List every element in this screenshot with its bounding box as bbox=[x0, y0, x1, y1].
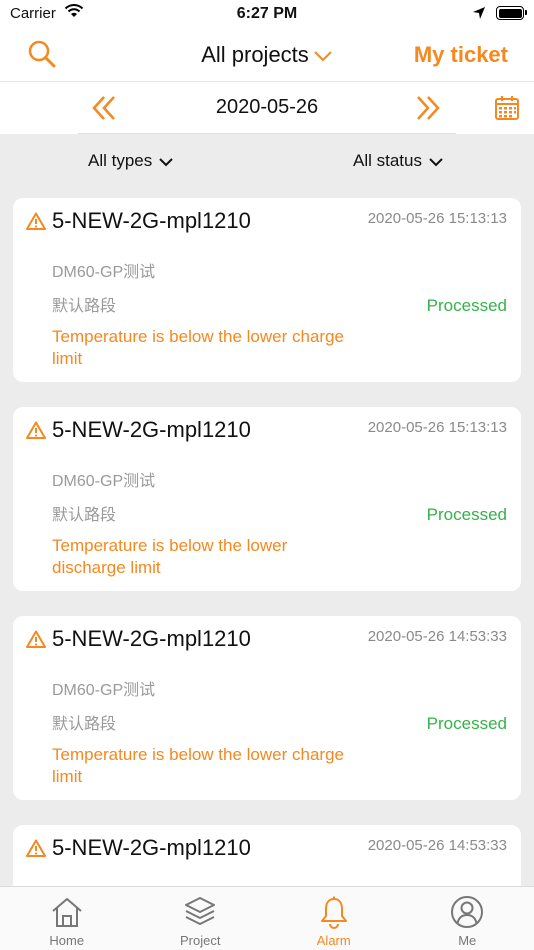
alarm-card[interactable]: 5-NEW-2G-mpl1210 2020-05-26 15:13:13 DM6… bbox=[13, 198, 521, 382]
bell-icon bbox=[320, 896, 347, 929]
device-name: 5-NEW-2G-mpl1210 bbox=[52, 208, 251, 233]
type-filter-label: All types bbox=[88, 151, 153, 170]
chevron-down-icon bbox=[159, 157, 173, 166]
filter-bar: All types All status bbox=[0, 134, 534, 186]
type-filter-dropdown[interactable]: All types bbox=[88, 151, 174, 171]
warning-icon bbox=[26, 212, 46, 230]
my-ticket-button[interactable]: My ticket bbox=[414, 42, 508, 68]
route-name: 默认路段 bbox=[52, 716, 117, 733]
alarm-list[interactable]: 5-NEW-2G-mpl1210 2020-05-26 15:13:13 DM6… bbox=[0, 186, 534, 886]
status-badge: Processed bbox=[426, 714, 507, 733]
device-model: DM60-GP测试 bbox=[52, 473, 156, 490]
route-name: 默认路段 bbox=[52, 298, 117, 315]
alarm-message: Temperature is below the lower charge li… bbox=[52, 327, 344, 368]
tab-alarm[interactable]: Alarm bbox=[267, 887, 401, 950]
alarm-message: Temperature is below the lower discharge… bbox=[52, 536, 288, 577]
clock: 6:27 PM bbox=[236, 5, 298, 22]
alarm-time: 2020-05-26 14:53:33 bbox=[367, 837, 507, 854]
chevron-down-icon bbox=[429, 157, 443, 166]
tab-me[interactable]: Me bbox=[401, 887, 534, 950]
project-filter-label: All projects bbox=[201, 42, 309, 67]
chevron-down-icon bbox=[314, 51, 332, 62]
date-selector: 2020-05-26 bbox=[0, 82, 534, 134]
warning-icon bbox=[26, 839, 46, 857]
tab-label: Home bbox=[49, 933, 85, 948]
status-filter-dropdown[interactable]: All status bbox=[353, 151, 444, 171]
warning-icon bbox=[26, 630, 46, 648]
tab-home[interactable]: Home bbox=[0, 887, 134, 950]
alarm-card[interactable]: 5-NEW-2G-mpl1210 2020-05-26 14:53:33 DM6… bbox=[13, 616, 521, 800]
location-arrow-icon bbox=[473, 7, 485, 19]
calendar-icon[interactable] bbox=[494, 95, 520, 121]
next-day-icon[interactable] bbox=[414, 94, 442, 122]
layers-icon bbox=[185, 897, 216, 925]
device-model: DM60-GP测试 bbox=[52, 682, 156, 699]
top-nav: All projects My ticket bbox=[0, 30, 534, 82]
tab-label: Me bbox=[458, 933, 477, 948]
warning-icon bbox=[26, 421, 46, 439]
device-name: 5-NEW-2G-mpl1210 bbox=[52, 417, 251, 442]
alarm-message: Temperature is below the lower charge li… bbox=[52, 745, 344, 786]
bottom-tab-bar: Home Project Alarm Me bbox=[0, 886, 534, 950]
route-name: 默认路段 bbox=[52, 507, 117, 524]
status-badge: Processed bbox=[426, 296, 507, 315]
tab-label: Project bbox=[180, 933, 221, 948]
status-bar: Carrier 6:27 PM bbox=[0, 0, 534, 30]
device-name: 5-NEW-2G-mpl1210 bbox=[52, 626, 251, 651]
tab-label: Alarm bbox=[316, 933, 351, 948]
device-model: DM60-GP测试 bbox=[52, 264, 156, 281]
alarm-time: 2020-05-26 15:13:13 bbox=[367, 210, 507, 227]
tab-project[interactable]: Project bbox=[134, 887, 268, 950]
alarm-time: 2020-05-26 14:53:33 bbox=[367, 628, 507, 645]
user-icon bbox=[451, 896, 484, 928]
status-filter-label: All status bbox=[353, 151, 422, 170]
alarm-time: 2020-05-26 15:13:13 bbox=[367, 419, 507, 436]
alarm-card[interactable]: 5-NEW-2G-mpl1210 2020-05-26 15:13:13 DM6… bbox=[13, 407, 521, 591]
battery-icon bbox=[496, 6, 527, 20]
selected-date[interactable]: 2020-05-26 bbox=[0, 96, 534, 119]
status-badge: Processed bbox=[426, 505, 507, 524]
device-name: 5-NEW-2G-mpl1210 bbox=[52, 835, 251, 860]
alarm-card[interactable]: 5-NEW-2G-mpl1210 2020-05-26 14:53:33 bbox=[13, 825, 521, 886]
home-icon bbox=[52, 898, 82, 927]
